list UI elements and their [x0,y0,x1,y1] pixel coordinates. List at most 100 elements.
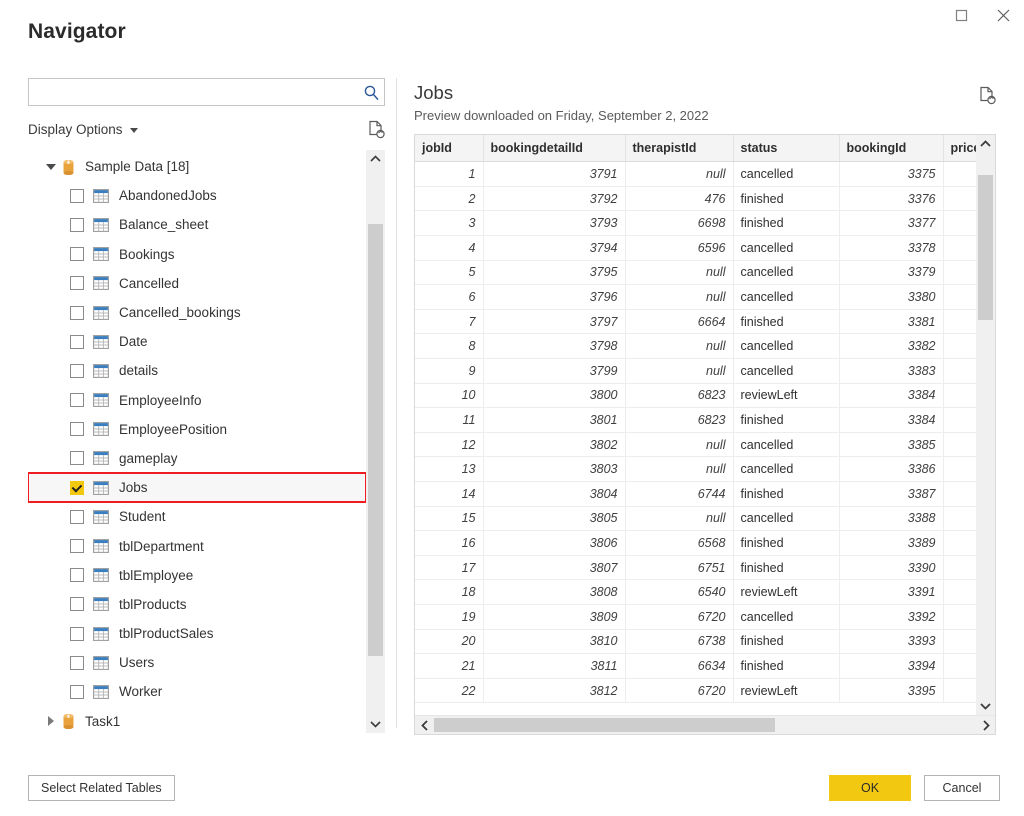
table-checkbox[interactable] [70,626,84,641]
grid-hscroll-thumb[interactable] [434,718,776,733]
select-related-tables-button[interactable]: Select Related Tables [28,775,175,801]
tree-item-users[interactable]: Users [28,648,366,677]
table-row[interactable]: 6 3796 null cancelled 3380 [415,284,976,310]
grid-scroll-up-arrow[interactable] [976,135,995,153]
table-checkbox[interactable] [70,422,84,437]
table-row[interactable]: 10 3800 6823 reviewLeft 3384 [415,383,976,409]
table-checkbox[interactable] [70,305,84,320]
table-row[interactable]: 3 3793 6698 finished 3377 [415,210,976,237]
expander-expand-icon[interactable] [44,716,58,727]
table-checkbox[interactable] [70,568,84,583]
table-checkbox[interactable] [70,393,84,408]
table-checkbox[interactable] [70,539,84,554]
tree-scroll-thumb[interactable] [368,224,383,656]
tree-item-abandonedjobs[interactable]: AbandonedJobs [28,181,366,210]
table-row[interactable]: 21 3811 6634 finished 3394 [415,653,976,679]
table-checkbox[interactable] [70,247,84,262]
tree-item-worker[interactable]: Worker [28,677,366,706]
table-checkbox[interactable] [70,451,84,466]
preview-grid-scrollport[interactable]: jobId bookingdetailId therapistId status boo… [415,135,976,715]
grid-vertical-scrollbar[interactable] [976,135,995,716]
grid-scroll-thumb[interactable] [978,175,993,321]
tree-item-gameplay[interactable]: gameplay [28,444,366,473]
tree-group-sample[interactable]: Sample Data [18] [28,152,366,181]
table-checkbox[interactable] [70,655,84,670]
scroll-up-arrow[interactable] [366,150,385,168]
table-row[interactable]: 22 3812 6720 reviewLeft 3395 [415,678,976,704]
tree-item-details[interactable]: details [28,356,366,385]
tree-item-employeeinfo[interactable]: EmployeeInfo [28,386,366,415]
tree-view[interactable]: Sample Data [18] AbandonedJobs Balance_she… [28,150,366,733]
table-row[interactable]: 14 3804 6744 finished 3387 [415,481,976,507]
maximize-button[interactable] [940,0,982,30]
table-row[interactable]: 18 3808 6540 reviewLeft 3391 [415,579,976,605]
tree-group-task1[interactable]: Task1 [28,707,366,733]
refresh-document-icon[interactable] [368,120,385,139]
grid-scroll-track[interactable] [976,153,995,697]
tree-item-bookings[interactable]: Bookings [28,240,366,269]
table-row[interactable]: 20 3810 6738 finished 3393 [415,629,976,655]
table-row[interactable]: 9 3799 null cancelled 3383 [415,358,976,384]
tree-item-tblproductsales[interactable]: tblProductSales [28,619,366,648]
tree-item-label: Cancelled [119,275,180,291]
table-checkbox[interactable] [70,684,84,699]
table-checkbox[interactable] [70,334,84,349]
grid-horizontal-scrollbar[interactable] [415,715,995,735]
column-header-jobid[interactable]: jobId [415,135,484,163]
table-row[interactable]: 5 3795 null cancelled 3379 [415,260,976,286]
scroll-down-arrow[interactable] [366,715,385,733]
table-row[interactable]: 7 3797 6664 finished 3381 [415,309,976,335]
tree-item-cancelled[interactable]: Cancelled [28,269,366,298]
table-checkbox[interactable] [70,363,84,378]
grid-hscroll-track[interactable] [434,716,976,734]
page-title: Navigator [28,20,126,43]
table-row[interactable]: 8 3798 null cancelled 3382 [415,333,976,360]
tree-item-cancelled_bookings[interactable]: Cancelled_bookings [28,298,366,327]
tree-vertical-scrollbar[interactable] [366,150,385,733]
tree-item-tbldepartment[interactable]: tblDepartment [28,531,366,560]
grid-scroll-left-arrow[interactable] [415,716,434,734]
column-header-price[interactable]: price [943,135,976,163]
close-button[interactable] [982,0,1024,30]
column-header-bookingid[interactable]: bookingId [839,135,944,163]
grid-scroll-right-arrow[interactable] [976,716,995,734]
tree-item-jobs[interactable]: Jobs [28,472,366,504]
table-icon [93,568,109,583]
table-checkbox[interactable] [70,597,84,612]
table-row[interactable]: 15 3805 null cancelled 3388 [415,506,976,532]
cancel-button[interactable]: Cancel [924,775,1000,801]
tree-item-date[interactable]: Date [28,327,366,356]
preview-refresh-document-icon[interactable] [979,82,996,105]
tree-item-employeeposition[interactable]: EmployeePosition [28,415,366,444]
table-row[interactable]: 1 3791 null cancelled 3375 [415,161,976,187]
grid-scroll-down-arrow[interactable] [976,697,995,715]
table-row[interactable]: 12 3802 null cancelled 3385 [415,432,976,458]
tree-item-student[interactable]: Student [28,502,366,531]
table-row[interactable]: 11 3801 6823 finished 3384 [415,407,976,433]
table-row[interactable]: 16 3806 6568 finished 3389 [415,530,976,556]
expander-collapse-icon[interactable] [44,163,58,170]
table-row[interactable]: 19 3809 6720 cancelled 3392 [415,604,976,630]
tree-item-tblemployee[interactable]: tblEmployee [28,561,366,590]
display-options-dropdown[interactable]: Display Options [28,122,138,137]
table-checkbox[interactable] [70,509,84,524]
column-header-bookingdetailid[interactable]: bookingdetailId [483,135,626,163]
tree-item-balance_sheet[interactable]: Balance_sheet [28,210,366,239]
table-row[interactable]: 13 3803 null cancelled 3386 [415,456,976,482]
table-row[interactable]: 17 3807 6751 finished 3390 [415,555,976,581]
tree-item-tblproducts[interactable]: tblProducts [28,590,366,619]
table-checkbox[interactable] [70,480,84,495]
ok-button[interactable]: OK [829,775,911,801]
tree-scroll-track[interactable] [366,168,385,715]
table-row[interactable]: 4 3794 6596 cancelled 3378 [415,235,976,261]
table-checkbox[interactable] [70,276,84,291]
cell-therapistid: 6568 [625,530,734,556]
search-icon[interactable] [358,79,384,105]
table-checkbox[interactable] [70,188,84,203]
table-checkbox[interactable] [70,217,84,232]
search-input[interactable] [29,79,358,105]
search-box[interactable] [28,78,385,106]
table-row[interactable]: 2 3792 476 finished 3376 [415,186,976,212]
column-header-therapistid[interactable]: therapistId [625,135,734,163]
column-header-status[interactable]: status [733,135,840,163]
